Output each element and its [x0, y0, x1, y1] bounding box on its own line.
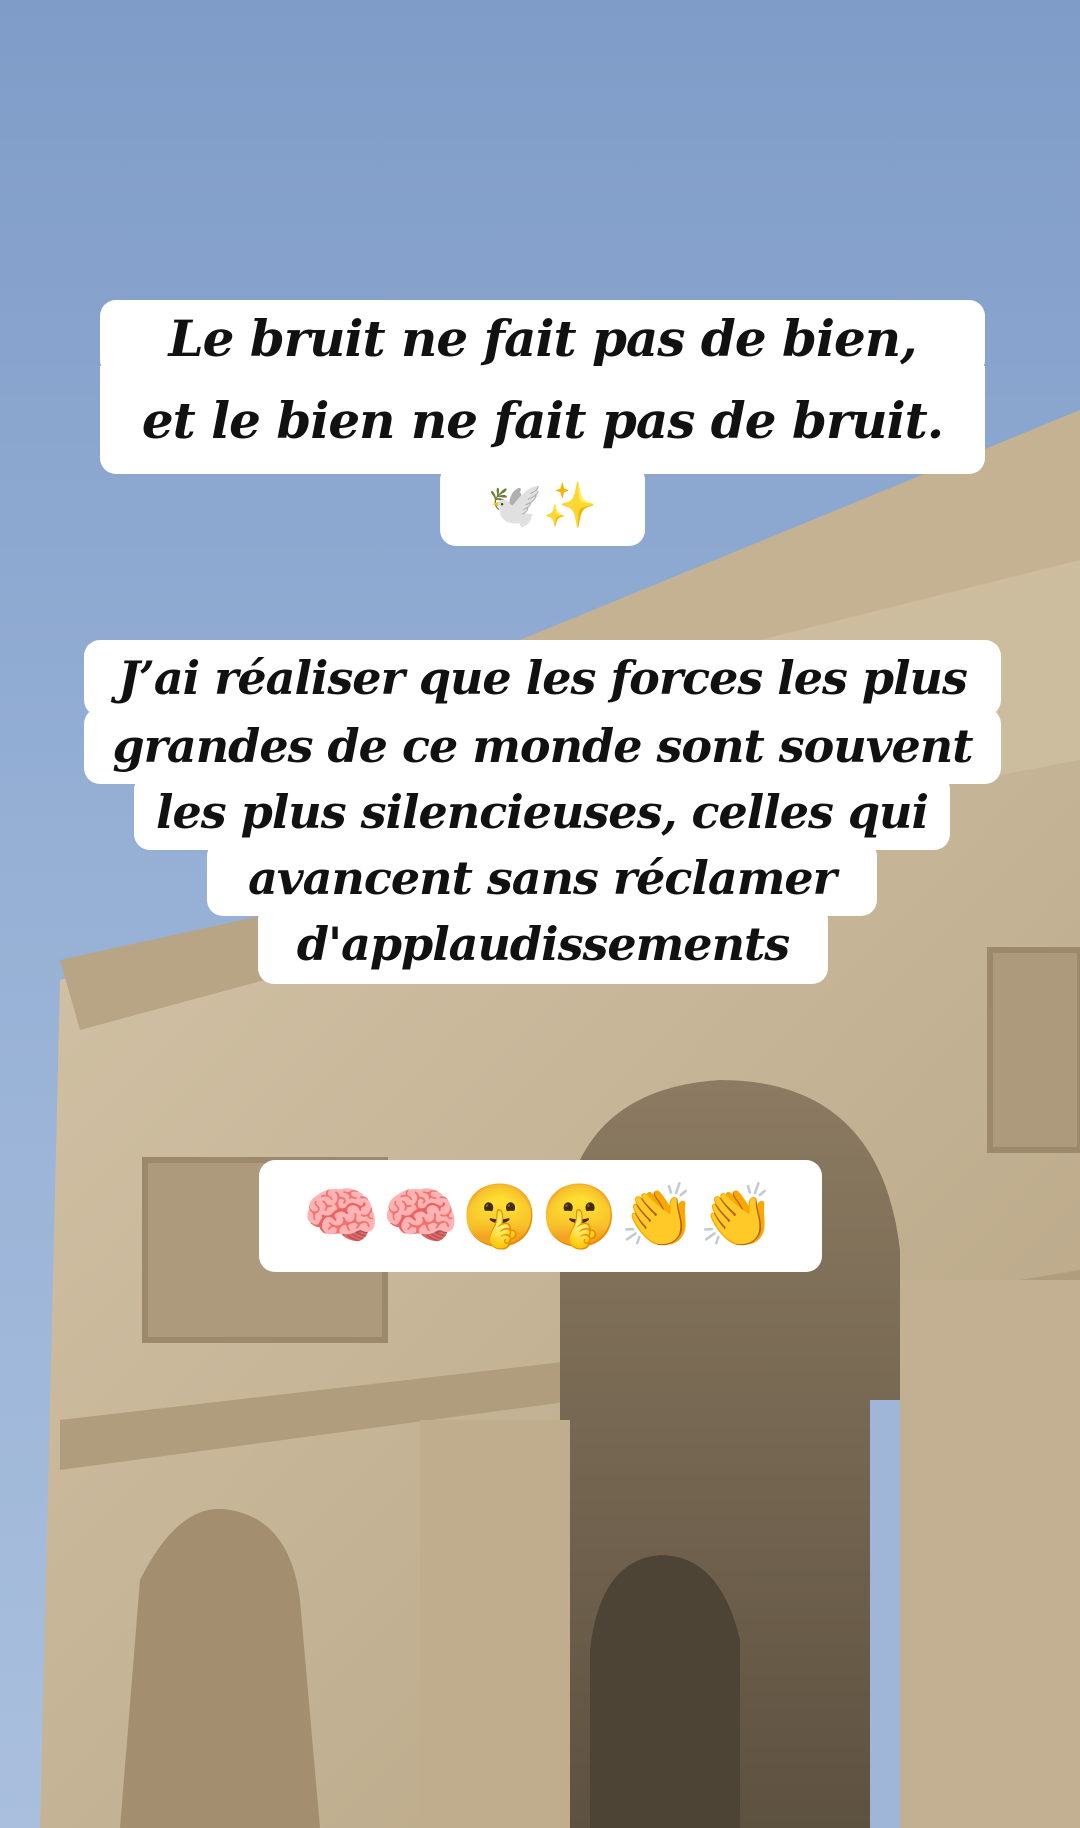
- sky-gap: [870, 1400, 900, 1828]
- arch-pillar-right: [900, 1280, 1080, 1828]
- quote-line-2: et le bien ne fait pas de bruit.: [100, 366, 985, 474]
- quote-emojis: 🕊️✨: [440, 464, 645, 546]
- reflection-line-1: J’ai réaliser que les forces les plus: [84, 640, 1001, 716]
- relief-panel-right: [987, 947, 1080, 1153]
- reaction-emojis: 🧠🧠🤫🤫👏👏: [259, 1160, 822, 1272]
- arch-pillar-left: [420, 1420, 570, 1828]
- arch-opening-lower: [590, 1555, 740, 1828]
- reflection-line-5: d'applaudissements: [258, 904, 828, 984]
- reflection-line-2: grandes de ce monde sont souvent: [84, 708, 1001, 784]
- quote-line-1: Le bruit ne fait pas de bien,: [100, 300, 985, 376]
- reflection-line-3: les plus silencieuses, celles qui: [134, 774, 950, 850]
